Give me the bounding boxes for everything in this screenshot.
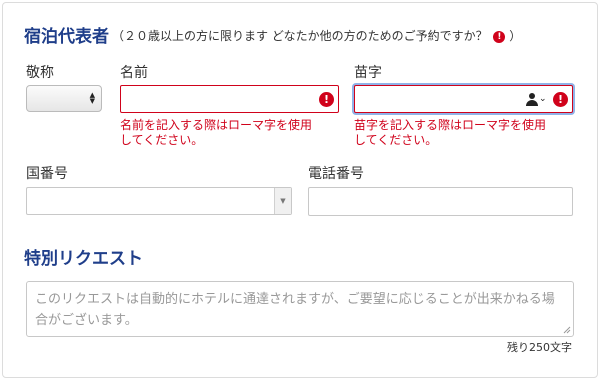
booking-for-someone-else-text[interactable]: （２０歳以上の方に限ります どなたか他の方のためのご予約ですか？ — [112, 29, 488, 43]
last-name-error-line2: してください。 — [354, 133, 438, 147]
select-updown-icon: ▲ ▼ — [89, 91, 95, 105]
guest-section-subtitle: （２０歳以上の方に限ります どなたか他の方のためのご予約ですか？ ! ） — [112, 27, 521, 44]
first-name-input[interactable]: ! — [120, 85, 339, 113]
character-counter: 残り250文字 — [507, 341, 572, 354]
special-request-title: 特別リクエスト — [24, 249, 143, 269]
error-icon: ! — [553, 92, 568, 107]
first-name-error-line2: してください。 — [120, 133, 204, 147]
special-request-placeholder-line1: このリクエストは自動的にホテルに通達されますが、ご要望に応じることが出来かねる場 — [35, 292, 555, 307]
first-name-error-line1: 名前を記入する際はローマ字を使用 — [120, 118, 313, 132]
country-code-label: 国番号 — [26, 166, 68, 182]
honorific-label: 敬称 — [26, 65, 54, 81]
first-name-error: 名前を記入する際はローマ字を使用 してください。 — [120, 118, 312, 148]
resize-grip-icon[interactable] — [563, 326, 571, 334]
error-icon: ! — [319, 92, 334, 107]
last-name-error-line1: 苗字を記入する際はローマ字を使用 — [354, 118, 547, 132]
last-name-error: 苗字を記入する際はローマ字を使用 してください。 — [354, 118, 546, 148]
dropdown-arrow-icon: ▼ — [274, 188, 291, 214]
guest-section-title: 宿泊代表者 — [24, 27, 109, 47]
special-request-placeholder-line2: 合がございます。 — [35, 313, 138, 328]
last-name-label: 苗字 — [354, 65, 382, 81]
last-name-input[interactable]: ⌄ ! — [354, 85, 573, 113]
special-request-textarea[interactable]: このリクエストは自動的にホテルに通達されますが、ご要望に応じることが出来かねる場… — [26, 281, 574, 337]
country-code-select[interactable]: ▼ — [26, 187, 292, 215]
subtitle-close-paren: ） — [509, 29, 522, 43]
info-icon[interactable]: ! — [493, 30, 506, 43]
first-name-label: 名前 — [120, 65, 148, 81]
honorific-select[interactable]: ▲ ▼ — [26, 85, 102, 112]
contact-person-icon[interactable]: ⌄ — [526, 93, 548, 107]
phone-label: 電話番号 — [308, 166, 364, 182]
phone-input[interactable] — [308, 187, 573, 216]
